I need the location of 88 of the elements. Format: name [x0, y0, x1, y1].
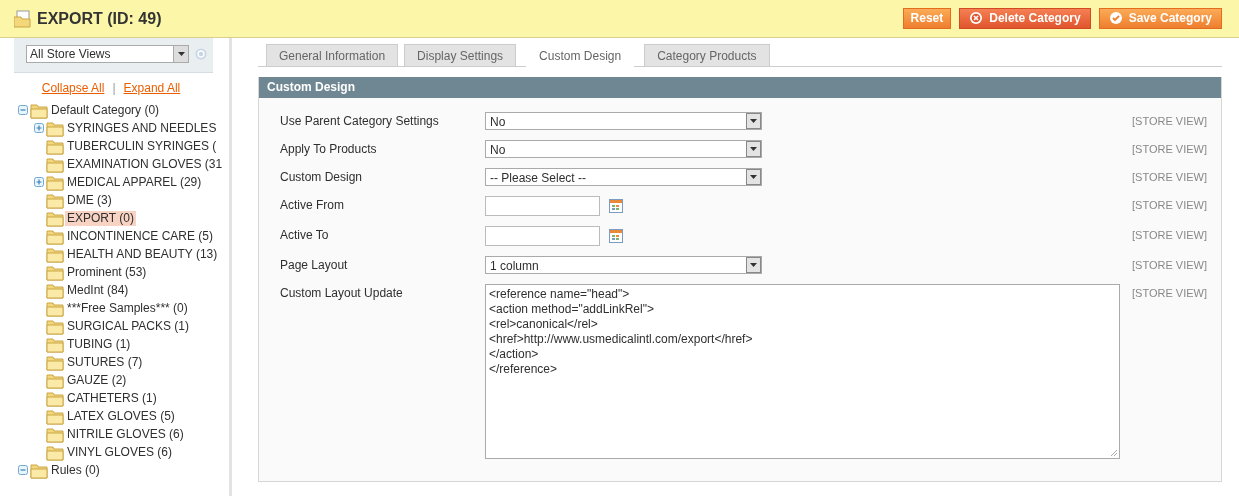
folder-icon — [30, 461, 48, 479]
tree-item[interactable]: LATEX GLOVES (5) — [65, 408, 177, 424]
folder-icon — [46, 209, 64, 227]
folder-icon — [46, 389, 64, 407]
field-label: Active From — [280, 197, 345, 214]
folder-icon — [46, 119, 64, 137]
folder-icon — [46, 299, 64, 317]
tree-item[interactable]: MedInt (84) — [65, 282, 131, 298]
tree-item[interactable]: GAUZE (2) — [65, 372, 129, 388]
close-icon — [969, 11, 984, 25]
tree-item[interactable]: TUBING (1) — [65, 336, 133, 352]
tree-item[interactable]: SURGICAL PACKS (1) — [65, 318, 192, 334]
expand-all-link[interactable]: Expand All — [123, 81, 181, 95]
field-label: Apply To Products — [280, 141, 378, 158]
scope-label: [STORE VIEW] — [1132, 114, 1207, 129]
select-field[interactable]: No — [485, 112, 762, 130]
folder-icon — [46, 137, 64, 155]
tree-item[interactable]: Prominent (53) — [65, 264, 149, 280]
tree-item[interactable]: TUBERCULIN SYRINGES ( — [65, 138, 219, 154]
scope-label: [STORE VIEW] — [1132, 142, 1207, 157]
tab[interactable]: Display Settings — [404, 44, 517, 66]
tree-item[interactable]: INCONTINENCE CARE (5) — [65, 228, 215, 244]
collapse-toggle-icon[interactable] — [17, 464, 29, 476]
folder-icon — [46, 281, 64, 299]
folder-icon — [46, 263, 64, 281]
store-switcher[interactable]: All Store Views — [26, 45, 189, 63]
select-field[interactable]: -- Please Select -- — [485, 168, 762, 186]
folder-icon — [46, 191, 64, 209]
tree-item[interactable]: SYRINGES AND NEEDLES — [65, 120, 219, 136]
scope-label: [STORE VIEW] — [1132, 198, 1207, 213]
field-label: Custom Design — [280, 169, 364, 186]
tree-item[interactable]: DME (3) — [65, 192, 114, 208]
date-field[interactable] — [485, 196, 600, 216]
scope-label: [STORE VIEW] — [1132, 286, 1207, 301]
tree-item[interactable]: NITRILE GLOVES (6) — [65, 426, 186, 442]
scope-label: [STORE VIEW] — [1132, 228, 1207, 243]
folder-icon — [46, 173, 64, 191]
field-label: Custom Layout Update — [280, 285, 404, 302]
check-icon — [1108, 11, 1123, 25]
expand-toggle-icon[interactable] — [33, 176, 45, 188]
folder-icon — [14, 9, 31, 28]
field-label: Use Parent Category Settings — [280, 113, 440, 130]
scope-label: [STORE VIEW] — [1132, 258, 1207, 273]
dropdown-arrow-icon — [176, 51, 186, 57]
tree-item[interactable]: VINYL GLOVES (6) — [65, 444, 174, 460]
help-icon — [195, 48, 207, 60]
tab[interactable]: General Information — [266, 44, 399, 66]
tree-item[interactable]: SUTURES (7) — [65, 354, 145, 370]
separator: | — [112, 81, 116, 95]
tree-item[interactable]: Default Category (0) — [49, 102, 162, 118]
folder-icon — [46, 407, 64, 425]
select-field[interactable]: 1 column — [485, 256, 762, 274]
collapse-all-link[interactable]: Collapse All — [41, 81, 105, 95]
tree-item[interactable]: Rules (0) — [49, 462, 102, 478]
folder-icon — [46, 155, 64, 173]
calendar-icon[interactable] — [609, 229, 623, 243]
tree-item[interactable]: EXAMINATION GLOVES (31 — [65, 156, 225, 172]
date-field[interactable] — [485, 226, 600, 246]
select-field[interactable]: No — [485, 140, 762, 158]
dropdown-arrow-icon — [749, 146, 758, 152]
dropdown-arrow-icon — [749, 262, 758, 268]
tree-item[interactable]: MEDICAL APPAREL (29) — [65, 174, 204, 190]
tree-item[interactable]: CATHETERS (1) — [65, 390, 159, 406]
scope-label: [STORE VIEW] — [1132, 170, 1207, 185]
tree-item[interactable]: HEALTH AND BEAUTY (13) — [65, 246, 220, 262]
folder-icon — [46, 227, 64, 245]
tree-item[interactable]: EXPORT (0) — [65, 210, 136, 226]
layout-update-field[interactable]: <reference name="head"> <action method="addLinkRel"> <rel>canonical</rel> <href>http://www.usmedicalintl.com/export</href> </action> </reference> — [485, 284, 1120, 459]
tree-item[interactable]: ***Free Samples*** (0) — [65, 300, 190, 316]
field-label: Page Layout — [280, 257, 349, 274]
dropdown-arrow-icon — [749, 174, 758, 180]
collapse-toggle-icon[interactable] — [17, 104, 29, 116]
expand-toggle-icon[interactable] — [33, 122, 45, 134]
folder-icon — [46, 371, 64, 389]
resize-grip-icon — [1109, 448, 1118, 457]
folder-icon — [46, 317, 64, 335]
section-title: Custom Design — [259, 77, 1221, 98]
folder-icon — [46, 335, 64, 353]
folder-icon — [46, 353, 64, 371]
dropdown-arrow-icon — [749, 118, 758, 124]
page-title: EXPORT (ID: 49) — [37, 9, 162, 28]
folder-icon — [30, 101, 48, 119]
folder-icon — [46, 443, 64, 461]
field-label: Active To — [280, 227, 330, 244]
folder-icon — [46, 425, 64, 443]
folder-icon — [46, 245, 64, 263]
tab[interactable]: Category Products — [644, 44, 770, 66]
calendar-icon[interactable] — [609, 199, 623, 213]
